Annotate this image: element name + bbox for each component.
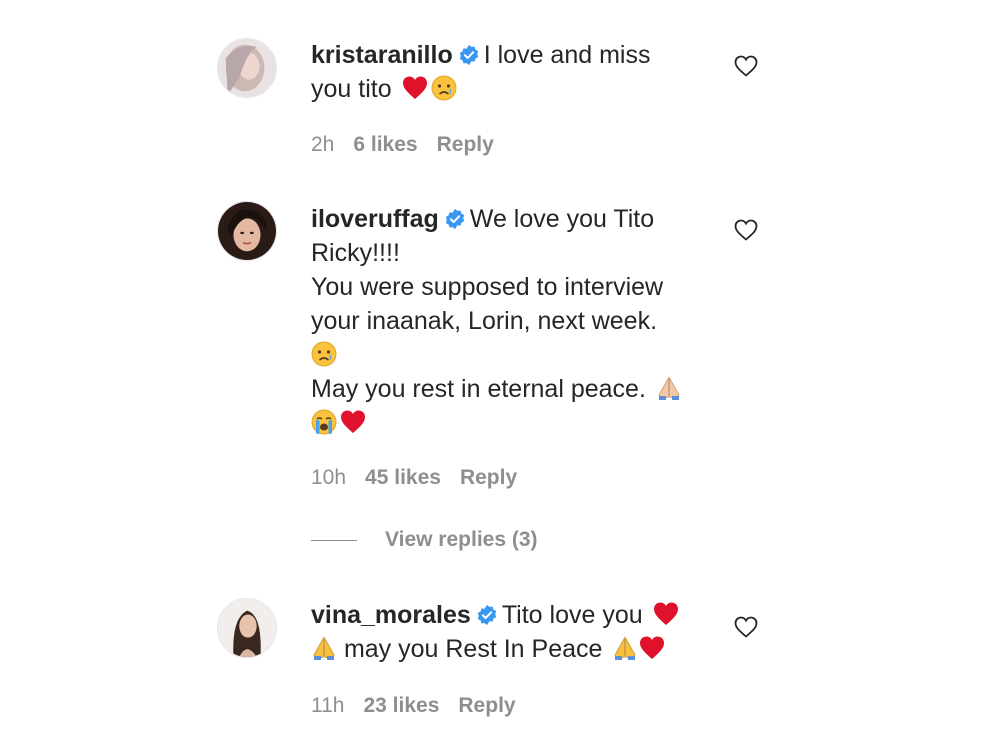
comment-text-line: You were supposed to interview <box>311 273 664 301</box>
comment-text-line: Ricky!!!! <box>311 239 400 267</box>
folded-hands-emoji <box>311 635 337 661</box>
red-heart-emoji <box>653 601 679 627</box>
comment-time[interactable]: 2h <box>311 133 334 156</box>
reply-button[interactable]: Reply <box>460 466 517 489</box>
avatar[interactable] <box>217 38 277 98</box>
like-heart-icon[interactable] <box>734 219 758 241</box>
comment-likes[interactable]: 45 likes <box>365 466 441 489</box>
like-heart-icon[interactable] <box>734 55 758 77</box>
comment-time[interactable]: 11h <box>311 694 344 717</box>
comment-body: iloveruffag We love you Tito Ricky!!!! Yo… <box>311 202 711 440</box>
avatar[interactable] <box>217 201 277 261</box>
red-heart-emoji <box>340 409 366 435</box>
comment-text-line: May you rest in eternal peace. <box>311 375 646 403</box>
crying-face-emoji <box>311 341 337 367</box>
red-heart-emoji <box>402 75 428 101</box>
comment-text-line: you tito <box>311 75 392 103</box>
view-replies-button[interactable]: View replies (3) <box>311 528 538 552</box>
verified-badge-icon <box>444 208 466 230</box>
comment-username[interactable]: iloveruffag <box>311 205 439 233</box>
comment-text-line: I love and miss <box>483 41 651 69</box>
loudly-crying-face-emoji <box>311 409 337 435</box>
reply-button[interactable]: Reply <box>458 694 515 717</box>
red-heart-emoji <box>639 635 665 661</box>
comment-text-line: may you Rest In Peace <box>343 635 603 663</box>
verified-badge-icon <box>476 604 498 626</box>
replies-divider <box>311 539 357 541</box>
folded-hands-emoji <box>656 375 682 401</box>
comment-body: kristaranillo I love and miss you tito <box>311 38 711 106</box>
like-heart-icon[interactable] <box>734 616 758 638</box>
verified-badge-icon <box>458 44 480 66</box>
crying-face-emoji <box>431 75 457 101</box>
comment-text-line: We love you Tito <box>469 205 655 233</box>
comment-username[interactable]: vina_morales <box>311 601 471 629</box>
comment-username[interactable]: kristaranillo <box>311 41 453 69</box>
view-replies-label: View replies (3) <box>385 528 538 551</box>
reply-button[interactable]: Reply <box>437 133 494 156</box>
comment-text-line: your inaanak, Lorin, next week. <box>311 307 658 335</box>
comment-meta: 2h 6 likes Reply <box>311 133 513 157</box>
comment-time[interactable]: 10h <box>311 466 346 489</box>
folded-hands-emoji <box>612 635 638 661</box>
comment-text-line: Tito love you <box>501 601 643 629</box>
comment-body: vina_morales Tito love you may you Rest I… <box>311 598 711 666</box>
comment-meta: 11h 23 likes Reply <box>311 694 535 718</box>
comment-meta: 10h 45 likes Reply <box>311 466 536 490</box>
comment-likes[interactable]: 6 likes <box>353 133 417 156</box>
comment-likes[interactable]: 23 likes <box>363 694 439 717</box>
comments-section: kristaranillo I love and miss you tito 2h… <box>0 0 1000 750</box>
avatar[interactable] <box>217 598 277 658</box>
